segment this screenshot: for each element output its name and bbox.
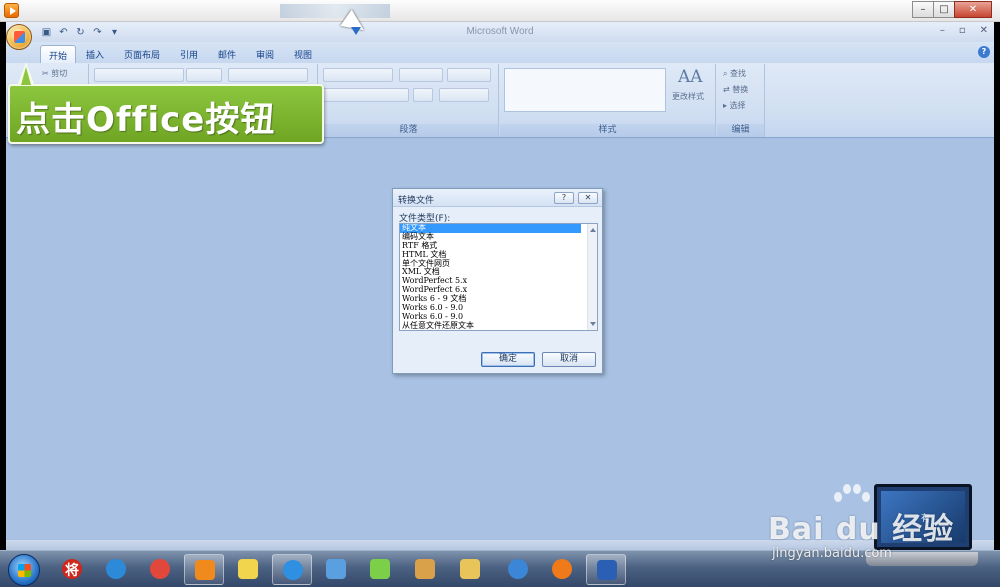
tab-view[interactable]: 视图 (286, 45, 320, 63)
change-styles-icon[interactable]: AA (678, 67, 703, 87)
file-type-list: 纯文本 编码文本 RTF 格式 HTML 文档 单个文件网页 XML 文档 WordPerf… (400, 224, 597, 330)
bluetooth-icon (508, 559, 528, 579)
video-thumbnail-strip (280, 4, 390, 18)
line-spacing-button[interactable] (413, 88, 433, 102)
scroll-down-icon[interactable] (590, 322, 596, 326)
office-button[interactable] (6, 24, 32, 50)
callout-text: 点击Office按钮 (16, 100, 276, 140)
tab-review[interactable]: 审阅 (248, 45, 282, 63)
alignment-buttons[interactable] (323, 88, 409, 102)
taskbar-item[interactable] (586, 554, 626, 585)
dialog-title-bar: 转换文件 ? ✕ (393, 189, 602, 207)
qq-browser-icon (283, 560, 303, 580)
network-monitor-icon (326, 559, 346, 579)
close-button[interactable]: ✕ (954, 1, 992, 18)
player-title-bar: – □ ✕ (0, 0, 1000, 22)
change-styles-label: 更改样式 (672, 92, 704, 101)
font-grow-shrink-buttons[interactable] (228, 68, 308, 82)
doc-restore-icon[interactable]: ▫ (959, 25, 966, 36)
styles-group: AA 更改样式 样式 (500, 64, 716, 137)
taskbar-item[interactable] (272, 554, 312, 585)
chrome-icon (150, 559, 170, 579)
style-gallery[interactable] (504, 68, 666, 112)
replace-button[interactable]: ⇄ 替换 (723, 84, 748, 95)
tab-insert[interactable]: 插入 (78, 45, 112, 63)
word-icon (597, 560, 617, 580)
shading-border-buttons[interactable] (439, 88, 489, 102)
paragraph-group-label: 段落 (319, 124, 498, 137)
taskbar-item[interactable] (360, 554, 400, 585)
dialog-title: 转换文件 (398, 196, 435, 206)
select-button[interactable]: ▸ 选择 (723, 100, 746, 111)
taskbar-item[interactable] (316, 554, 356, 585)
find-label: 查找 (730, 69, 747, 78)
cut-button[interactable]: ✂ 剪切 (42, 68, 67, 79)
cancel-button[interactable]: 取消 (542, 352, 596, 367)
watermark-url: jingyan.baidu.com (772, 546, 892, 561)
tab-page-layout[interactable]: 页面布局 (116, 45, 168, 63)
baidu-jingyan-watermark: 有 Bai du 经验 jingyan.baidu.com (764, 478, 1000, 587)
maximize-button[interactable]: □ (933, 1, 955, 18)
file-type-listbox[interactable]: 纯文本 编码文本 RTF 格式 HTML 文档 单个文件网页 XML 文档 WordPerf… (399, 223, 598, 331)
doc-close-icon[interactable]: ✕ (980, 25, 988, 36)
ie-icon (106, 559, 126, 579)
instruction-callout: 点击Office按钮 (8, 62, 324, 144)
ribbon-tabs: 开始 插入 页面布局 引用 邮件 审阅 视图 ? (6, 42, 994, 63)
taskbar-item[interactable] (96, 554, 136, 585)
taskbar-item[interactable] (140, 554, 180, 585)
player-window-controls: – □ ✕ (912, 1, 992, 18)
dialog-help-button[interactable]: ? (554, 192, 574, 204)
taskbar-item[interactable] (542, 554, 582, 585)
cut-label: 剪切 (51, 69, 68, 78)
watermark-brand: Bai du 经验 (768, 512, 955, 547)
dialog-close-button[interactable]: ✕ (578, 192, 598, 204)
minimize-button[interactable]: – (912, 1, 934, 18)
taskbar-item[interactable] (184, 554, 224, 585)
media-player-icon (195, 560, 215, 580)
help-icon[interactable]: ? (978, 46, 990, 58)
sort-show-marks-buttons[interactable] (447, 68, 491, 82)
paragraph-group: 段落 (319, 64, 499, 137)
listbox-scrollbar[interactable] (587, 224, 597, 330)
editing-group: ⌕ 查找 ⇄ 替换 ▸ 选择 编辑 (717, 64, 765, 137)
office-logo-icon (14, 31, 25, 43)
styles-group-label: 样式 (500, 124, 715, 137)
ok-button[interactable]: 确定 (481, 352, 535, 367)
editing-group-label: 编辑 (717, 124, 764, 137)
start-button[interactable] (8, 554, 40, 586)
taskbar-item[interactable] (498, 554, 538, 585)
taskbar-item-label: 将 (65, 563, 79, 579)
word-title-bar: ▣ ↶ ↻ ↷ ▾ Microsoft Word – ▫ ✕ (6, 22, 994, 42)
tab-mailings[interactable]: 邮件 (210, 45, 244, 63)
cursor-pointer-tip-icon (351, 27, 361, 35)
app-title: Microsoft Word (466, 26, 534, 37)
firefox-icon (552, 559, 572, 579)
select-label: 选择 (729, 101, 746, 110)
replace-label: 替换 (732, 85, 749, 94)
font-name-select[interactable] (94, 68, 184, 82)
list-buttons[interactable] (323, 68, 393, 82)
sticky-notes-icon (238, 559, 258, 579)
media-player-icon[interactable] (4, 3, 19, 18)
paint-icon (415, 559, 435, 579)
tab-references[interactable]: 引用 (172, 45, 206, 63)
taskbar-item[interactable]: 将 (52, 554, 92, 585)
tab-home[interactable]: 开始 (40, 45, 77, 63)
folder-icon (460, 559, 480, 579)
scroll-up-icon[interactable] (590, 228, 596, 232)
document-window-controls: – ▫ ✕ (940, 25, 988, 36)
find-button[interactable]: ⌕ 查找 (723, 68, 746, 79)
doc-minimize-icon[interactable]: – (940, 25, 945, 36)
indent-buttons[interactable] (399, 68, 443, 82)
taskbar-item[interactable] (405, 554, 445, 585)
font-size-select[interactable] (186, 68, 222, 82)
taskbar-item[interactable] (450, 554, 490, 585)
taskbar-item[interactable] (228, 554, 268, 585)
pinwheel-icon (370, 559, 390, 579)
file-type-option[interactable]: 从任意文件还原文本 (400, 321, 597, 330)
convert-file-dialog: 转换文件 ? ✕ 文件类型(F): 纯文本 编码文本 RTF 格式 HTML 文档 单个… (392, 188, 603, 374)
